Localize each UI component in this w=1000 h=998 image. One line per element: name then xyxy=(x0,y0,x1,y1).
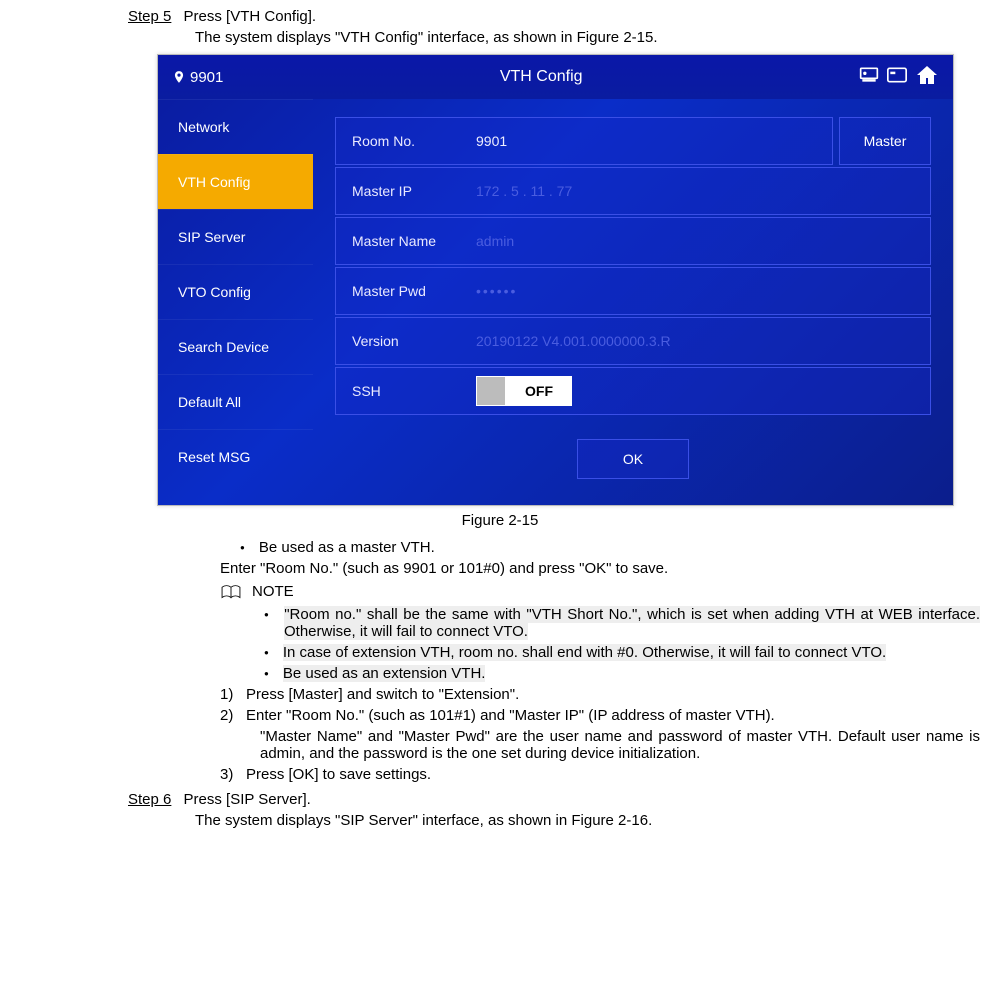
row-master-pwd[interactable]: Master Pwd •••••• xyxy=(335,267,931,315)
enter-room-no: Enter "Room No." (such as 9901 or 101#0)… xyxy=(220,560,980,577)
home-icon[interactable] xyxy=(915,64,939,90)
ssh-toggle[interactable]: OFF xyxy=(476,376,572,406)
step6-text: Press [SIP Server]. xyxy=(184,791,311,808)
row-room-no[interactable]: Room No. 9901 xyxy=(335,117,833,165)
ssh-label: SSH xyxy=(336,383,472,399)
content-area: Room No. 9901 Master Master IP 172 . 5 .… xyxy=(313,99,953,505)
step-1: 1)Press [Master] and switch to "Extensio… xyxy=(220,686,980,703)
step-2-detail: "Master Name" and "Master Pwd" are the u… xyxy=(260,728,980,762)
sidebar-item-search-device[interactable]: Search Device xyxy=(158,319,313,374)
ok-button[interactable]: OK xyxy=(577,439,689,479)
vth-config-screenshot: 9901 VTH Config Network VTH Config SIP S… xyxy=(157,54,954,506)
step6-label: Step 6 xyxy=(128,791,171,808)
step-2: 2)Enter "Room No." (such as 101#1) and "… xyxy=(220,707,980,724)
room-no-value[interactable]: 9901 xyxy=(472,133,832,149)
step6-heading: Step 6 Press [SIP Server]. xyxy=(128,791,980,808)
row-version: Version 20190122 V4.001.0000000.3.R xyxy=(335,317,931,365)
sidebar-item-reset-msg[interactable]: Reset MSG xyxy=(158,429,313,484)
step5-heading: Step 5 Press [VTH Config]. xyxy=(128,8,980,25)
card-icon[interactable] xyxy=(887,67,907,87)
row-master-name[interactable]: Master Name admin xyxy=(335,217,931,265)
note-heading: NOTE xyxy=(220,583,980,600)
note-bullet-3: Be used as an extension VTH. xyxy=(264,665,980,682)
note-bullet-2: In case of extension VTH, room no. shall… xyxy=(264,644,980,661)
version-value: 20190122 V4.001.0000000.3.R xyxy=(472,333,930,349)
note-bullet-1: "Room no." shall be the same with "VTH S… xyxy=(264,606,980,640)
sidebar-item-vth-config[interactable]: VTH Config xyxy=(158,154,313,209)
ssh-toggle-knob xyxy=(477,377,505,405)
master-pwd-label: Master Pwd xyxy=(336,283,472,299)
master-pwd-value[interactable]: •••••• xyxy=(472,283,930,299)
note-label: NOTE xyxy=(252,583,294,600)
titlebar: 9901 VTH Config xyxy=(158,55,953,99)
master-ip-value[interactable]: 172 . 5 . 11 . 77 xyxy=(472,183,930,199)
master-name-value[interactable]: admin xyxy=(472,233,930,249)
master-name-label: Master Name xyxy=(336,233,472,249)
location-pin-icon xyxy=(172,68,186,86)
version-label: Version xyxy=(336,333,472,349)
titlebar-room: 9901 xyxy=(190,69,223,86)
figure-caption: Figure 2-15 xyxy=(20,512,980,529)
sidebar-item-default-all[interactable]: Default All xyxy=(158,374,313,429)
step5-desc: The system displays "VTH Config" interfa… xyxy=(195,29,980,46)
row-ssh: SSH OFF xyxy=(335,367,931,415)
storage-icon[interactable] xyxy=(859,66,879,88)
room-no-label: Room No. xyxy=(336,133,472,149)
step5-text: Press [VTH Config]. xyxy=(184,8,317,25)
sidebar: Network VTH Config SIP Server VTO Config… xyxy=(158,99,313,505)
step5-label: Step 5 xyxy=(128,8,171,25)
ssh-toggle-text: OFF xyxy=(506,383,572,399)
step6-desc: The system displays "SIP Server" interfa… xyxy=(195,812,980,829)
step-3: 3)Press [OK] to save settings. xyxy=(220,766,980,783)
row-master-ip[interactable]: Master IP 172 . 5 . 11 . 77 xyxy=(335,167,931,215)
master-button[interactable]: Master xyxy=(839,117,931,165)
sidebar-item-network[interactable]: Network xyxy=(158,99,313,154)
sidebar-item-sip-server[interactable]: SIP Server xyxy=(158,209,313,264)
master-ip-label: Master IP xyxy=(336,183,472,199)
note-book-icon xyxy=(220,584,242,600)
bullet-master-vth: Be used as a master VTH. xyxy=(240,539,980,556)
titlebar-title: VTH Config xyxy=(223,68,859,86)
sidebar-item-vto-config[interactable]: VTO Config xyxy=(158,264,313,319)
